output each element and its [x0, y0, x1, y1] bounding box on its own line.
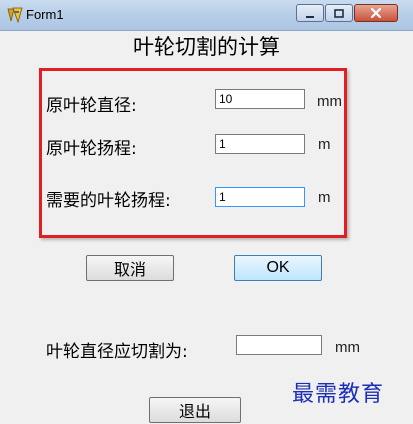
original-diameter-unit: mm	[317, 93, 342, 110]
original-head-input[interactable]	[215, 134, 305, 154]
minimize-button[interactable]	[296, 4, 324, 22]
maximize-button[interactable]	[325, 4, 353, 22]
required-head-input[interactable]	[215, 187, 305, 207]
form-heading: 叶轮切割的计算	[133, 35, 280, 59]
original-head-unit: m	[318, 136, 331, 153]
original-diameter-label: 原叶轮直径:	[46, 96, 137, 116]
window-title: Form1	[26, 7, 64, 22]
minimize-icon	[305, 4, 315, 23]
title-bar[interactable]: Form1	[0, 0, 413, 31]
original-diameter-input[interactable]	[215, 89, 305, 109]
required-head-label: 需要的叶轮扬程:	[46, 191, 171, 211]
result-unit: mm	[335, 339, 360, 356]
watermark-text: 最需教育	[292, 382, 385, 407]
close-icon	[370, 4, 382, 23]
exit-button[interactable]: 退出	[149, 397, 241, 423]
form1-window: Form1 叶轮切割的计算 原叶轮直径: mm 原叶轮扬程: m 需要的叶轮扬程…	[0, 0, 413, 424]
result-output[interactable]	[236, 335, 322, 355]
close-button[interactable]	[354, 4, 398, 22]
original-head-label: 原叶轮扬程:	[46, 139, 137, 159]
required-head-unit: m	[318, 189, 331, 206]
result-label: 叶轮直径应切割为:	[46, 342, 188, 362]
ok-button[interactable]: OK	[234, 255, 322, 281]
cancel-button[interactable]: 取消	[86, 255, 174, 281]
app-icon	[6, 6, 24, 24]
maximize-icon	[334, 4, 344, 23]
